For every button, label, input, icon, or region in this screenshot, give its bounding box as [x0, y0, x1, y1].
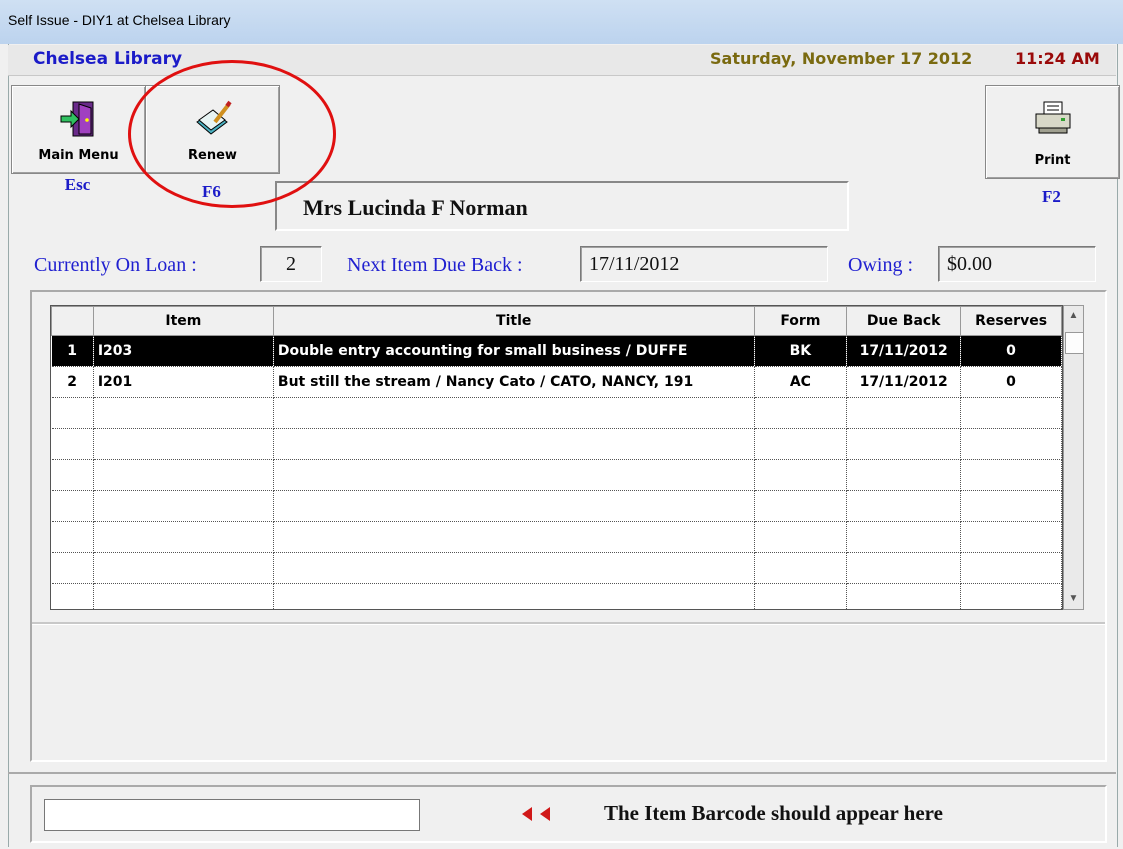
empty-cell [960, 397, 1062, 429]
empty-cell [960, 521, 1062, 553]
empty-cell [960, 428, 1062, 460]
cell-item: I203 [93, 335, 274, 367]
empty-cell [93, 490, 274, 522]
empty-cell [273, 552, 755, 584]
printer-icon [1033, 100, 1073, 141]
column-header[interactable]: Item [92, 306, 274, 336]
empty-cell [93, 552, 274, 584]
scroll-down-icon[interactable]: ▼ [1064, 589, 1083, 609]
cell-form: BK [754, 335, 848, 367]
scroll-up-icon[interactable]: ▲ [1064, 306, 1083, 326]
column-header[interactable]: Title [272, 306, 755, 336]
empty-cell [960, 490, 1062, 522]
empty-cell [51, 490, 94, 522]
cell-due: 17/11/2012 [846, 335, 962, 367]
empty-cell [273, 490, 755, 522]
empty-cell [93, 428, 274, 460]
column-header[interactable] [51, 306, 94, 336]
empty-cell [93, 397, 274, 429]
exit-door-icon [59, 100, 99, 143]
loans-grid[interactable]: Item Title Form Due Back Reserves 1 I203 Doubl… [50, 305, 1063, 610]
vertical-scrollbar[interactable]: ▲ ▼ [1063, 305, 1084, 610]
empty-cell [273, 521, 755, 553]
empty-table-row[interactable] [51, 397, 1062, 429]
next-due-label: Next Item Due Back : [347, 254, 523, 276]
empty-cell [846, 521, 962, 553]
next-due-date: 17/11/2012 [580, 246, 828, 282]
on-loan-label: Currently On Loan : [34, 254, 197, 276]
arrow-left-icon [522, 806, 558, 827]
empty-cell [846, 459, 962, 491]
esc-key-hint: Esc [64, 175, 91, 194]
window-title: Self Issue - DIY1 at Chelsea Library [8, 12, 231, 28]
cell-reserves: 0 [960, 366, 1062, 398]
empty-cell [846, 397, 962, 429]
empty-cell [754, 552, 848, 584]
patron-name: Mrs Lucinda F Norman [303, 195, 528, 220]
empty-table-row[interactable] [51, 459, 1062, 491]
current-date: Saturday, November 17 2012 [710, 49, 973, 68]
empty-cell [960, 459, 1062, 491]
empty-table-row[interactable] [51, 583, 1062, 609]
column-header[interactable]: Reserves [960, 306, 1062, 336]
cell-num: 1 [51, 335, 94, 367]
current-time: 11:24 AM [1015, 49, 1100, 68]
owing-amount: $0.00 [938, 246, 1096, 282]
empty-table-row[interactable] [51, 428, 1062, 460]
empty-cell [51, 521, 94, 553]
cell-form: AC [754, 366, 848, 398]
empty-cell [51, 459, 94, 491]
owing-label: Owing : [848, 254, 913, 276]
print-button[interactable]: Print [985, 85, 1120, 179]
empty-table-row[interactable] [51, 490, 1062, 522]
empty-cell [754, 490, 848, 522]
empty-cell [51, 397, 94, 429]
on-loan-count: 2 [260, 246, 322, 282]
empty-cell [754, 521, 848, 553]
empty-cell [273, 428, 755, 460]
library-name: Chelsea Library [33, 49, 183, 69]
panel-divider [32, 622, 1105, 625]
cell-item: I201 [93, 366, 274, 398]
main-menu-button[interactable]: Main Menu [11, 85, 146, 174]
f2-key-hint: F2 [1042, 187, 1061, 206]
empty-cell [846, 552, 962, 584]
empty-cell [93, 459, 274, 491]
empty-cell [754, 397, 848, 429]
highlight-circle [128, 60, 336, 208]
cell-title: But still the stream / Nancy Cato / CATO… [273, 366, 755, 398]
empty-cell [960, 583, 1062, 609]
cell-reserves: 0 [960, 335, 1062, 367]
table-row[interactable]: 2 I201 But still the stream / Nancy Cato /… [51, 366, 1062, 398]
empty-cell [273, 397, 755, 429]
cell-num: 2 [51, 366, 94, 398]
empty-cell [960, 552, 1062, 584]
column-header[interactable]: Due Back [846, 306, 962, 336]
cell-title: Double entry accounting for small busine… [273, 335, 755, 367]
column-header[interactable]: Form [753, 306, 848, 336]
cell-due: 17/11/2012 [846, 366, 962, 398]
table-row[interactable]: 1 I203 Double entry accounting for small b… [51, 335, 1062, 367]
empty-cell [93, 521, 274, 553]
empty-cell [846, 428, 962, 460]
empty-cell [754, 428, 848, 460]
empty-table-row[interactable] [51, 552, 1062, 584]
empty-cell [846, 490, 962, 522]
empty-cell [93, 583, 274, 609]
empty-cell [273, 459, 755, 491]
barcode-input[interactable] [44, 799, 420, 831]
empty-cell [51, 552, 94, 584]
empty-cell [754, 583, 848, 609]
empty-cell [846, 583, 962, 609]
main-menu-label: Main Menu [38, 148, 119, 163]
empty-cell [51, 428, 94, 460]
empty-table-row[interactable] [51, 521, 1062, 553]
empty-cell [273, 583, 755, 609]
scroll-thumb[interactable] [1065, 332, 1084, 354]
empty-cell [51, 583, 94, 609]
print-label: Print [1034, 153, 1071, 168]
empty-cell [754, 459, 848, 491]
barcode-hint: The Item Barcode should appear here [604, 801, 943, 825]
